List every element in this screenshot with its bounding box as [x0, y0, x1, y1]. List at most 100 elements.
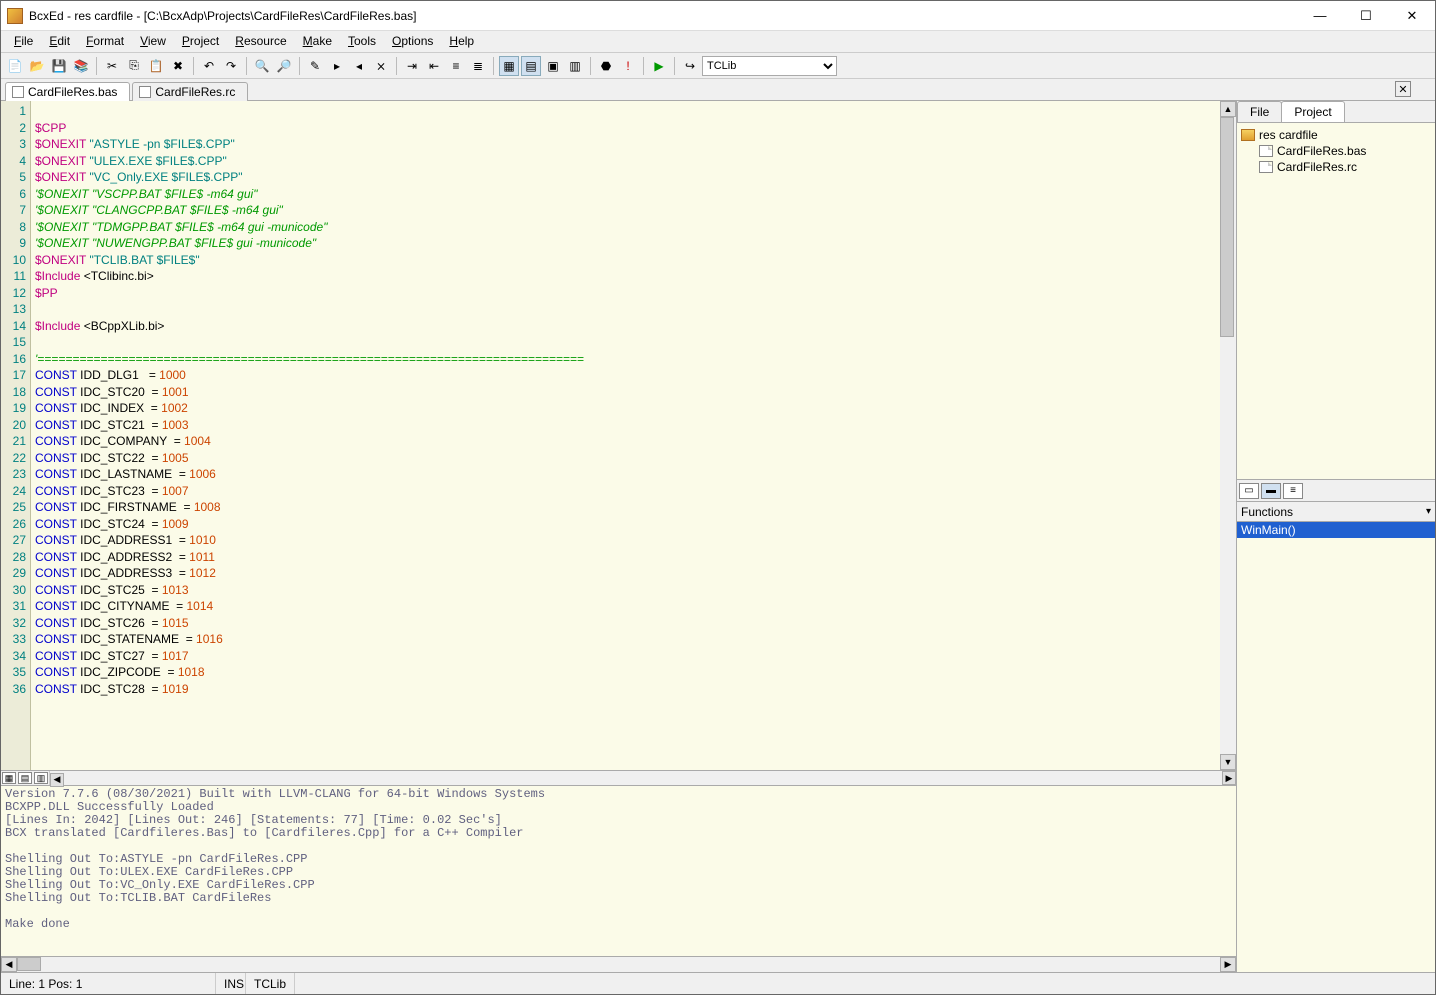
run-icon[interactable]: ▶: [649, 56, 669, 76]
step-icon[interactable]: ↪: [680, 56, 700, 76]
view-project-icon[interactable]: ▤: [521, 56, 541, 76]
close-tab-button[interactable]: ✕: [1395, 81, 1411, 97]
toolbar-separator: [299, 57, 300, 75]
output-panel[interactable]: Version 7.7.6 (08/30/2021) Built with LL…: [1, 786, 1236, 956]
view-toolbox-icon[interactable]: ▥: [565, 56, 585, 76]
split-view-icon[interactable]: ▦: [2, 772, 16, 784]
chevron-down-icon[interactable]: ▾: [1426, 506, 1431, 517]
menu-project[interactable]: Project: [174, 31, 227, 52]
status-bar: Line: 1 Pos: 1 INS TCLib: [1, 972, 1435, 994]
menu-view[interactable]: View: [132, 31, 174, 52]
scroll-thumb[interactable]: [1220, 117, 1234, 337]
outdent-icon[interactable]: ⇤: [424, 56, 444, 76]
bookmark-icon[interactable]: ✎: [305, 56, 325, 76]
side-tab-file[interactable]: File: [1237, 101, 1282, 122]
file-icon: [1259, 145, 1273, 157]
app-icon: [7, 8, 23, 24]
view-mode-icon[interactable]: ▭: [1239, 483, 1259, 499]
save-icon[interactable]: 💾: [49, 56, 69, 76]
split-view-icon[interactable]: ▤: [18, 772, 32, 784]
scroll-down-icon[interactable]: ▼: [1220, 754, 1236, 770]
editor-tabs: CardFileRes.bas CardFileRes.rc ✕: [1, 79, 1435, 101]
main-area: 1234567891011121314151617181920212223242…: [1, 101, 1435, 972]
delete-icon[interactable]: ✖: [168, 56, 188, 76]
status-insert-mode: INS: [216, 973, 246, 994]
menu-file[interactable]: File: [6, 31, 41, 52]
menu-format[interactable]: Format: [78, 31, 132, 52]
bookmark-clear-icon[interactable]: ⨯: [371, 56, 391, 76]
split-view-icon[interactable]: ▥: [34, 772, 48, 784]
tab-label: CardFileRes.rc: [155, 85, 235, 99]
editor-split-bar[interactable]: ▦ ▤ ▥ ◀ ▶: [1, 770, 1236, 786]
tab-label: CardFileRes.bas: [28, 85, 117, 99]
menu-options[interactable]: Options: [384, 31, 441, 52]
tree-label: res cardfile: [1259, 128, 1318, 142]
menu-tools[interactable]: Tools: [340, 31, 384, 52]
scroll-right-icon[interactable]: ▶: [1222, 771, 1236, 785]
view-output-icon[interactable]: ▦: [499, 56, 519, 76]
side-tab-project[interactable]: Project: [1281, 101, 1344, 122]
tree-file[interactable]: CardFileRes.bas: [1241, 143, 1431, 159]
menu-help[interactable]: Help: [441, 31, 482, 52]
scroll-up-icon[interactable]: ▲: [1220, 101, 1236, 117]
replace-icon[interactable]: 🔎: [274, 56, 294, 76]
folder-icon: [1241, 129, 1255, 141]
indent-icon[interactable]: ⇥: [402, 56, 422, 76]
redo-icon[interactable]: ↷: [221, 56, 241, 76]
functions-list[interactable]: WinMain(): [1237, 522, 1435, 972]
tree-file[interactable]: CardFileRes.rc: [1241, 159, 1431, 175]
scroll-thumb[interactable]: [17, 957, 41, 971]
toolbar-separator: [674, 57, 675, 75]
copy-icon[interactable]: ⎘: [124, 56, 144, 76]
open-file-icon[interactable]: 📂: [27, 56, 47, 76]
code-editor[interactable]: 1234567891011121314151617181920212223242…: [1, 101, 1236, 770]
minimize-button[interactable]: —: [1297, 1, 1343, 31]
view-form-icon[interactable]: ▣: [543, 56, 563, 76]
editor-horizontal-scrollbar[interactable]: ◀ ▶: [49, 771, 1236, 785]
uncomment-icon[interactable]: ≣: [468, 56, 488, 76]
file-icon: [139, 86, 151, 98]
menu-bar: FileEditFormatViewProjectResourceMakeToo…: [1, 31, 1435, 53]
maximize-button[interactable]: ☐: [1343, 1, 1389, 31]
functions-header[interactable]: Functions ▾: [1237, 502, 1435, 522]
tab-cardfileres-bas[interactable]: CardFileRes.bas: [5, 82, 130, 101]
breakpoint-icon[interactable]: ⬣: [596, 56, 616, 76]
toolbar-separator: [493, 57, 494, 75]
status-compiler: TCLib: [246, 973, 295, 994]
scroll-right-icon[interactable]: ▶: [1220, 957, 1236, 972]
scroll-left-icon[interactable]: ◀: [1, 957, 17, 972]
close-button[interactable]: ✕: [1389, 1, 1435, 31]
toolbar-separator: [96, 57, 97, 75]
paste-icon[interactable]: 📋: [146, 56, 166, 76]
toolbar: 📄 📂 💾 📚 ✂ ⎘ 📋 ✖ ↶ ↷ 🔍 🔎 ✎ ▸ ◂ ⨯ ⇥ ⇤ ≡ ≣ …: [1, 53, 1435, 79]
find-icon[interactable]: 🔍: [252, 56, 272, 76]
undo-icon[interactable]: ↶: [199, 56, 219, 76]
project-tree[interactable]: res cardfileCardFileRes.basCardFileRes.r…: [1237, 123, 1435, 480]
comment-icon[interactable]: ≡: [446, 56, 466, 76]
bookmark-next-icon[interactable]: ▸: [327, 56, 347, 76]
menu-resource[interactable]: Resource: [227, 31, 294, 52]
menu-edit[interactable]: Edit: [41, 31, 78, 52]
function-item[interactable]: WinMain(): [1237, 522, 1435, 538]
view-mode-icon[interactable]: ▬: [1261, 483, 1281, 499]
editor-vertical-scrollbar[interactable]: ▲ ▼: [1220, 101, 1236, 770]
menu-make[interactable]: Make: [295, 31, 340, 52]
scroll-left-icon[interactable]: ◀: [50, 773, 64, 787]
compiler-select[interactable]: TCLib: [702, 56, 837, 76]
code-content[interactable]: $CPP$ONEXIT "ASTYLE -pn $FILE$.CPP"$ONEX…: [31, 101, 1220, 770]
side-tabs: FileProject: [1237, 101, 1435, 123]
tree-root[interactable]: res cardfile: [1241, 127, 1431, 143]
cut-icon[interactable]: ✂: [102, 56, 122, 76]
title-bar: BcxEd - res cardfile - [C:\BcxAdp\Projec…: [1, 1, 1435, 31]
view-mode-buttons: ▭ ▬ ≡: [1237, 480, 1435, 502]
stop-icon[interactable]: !: [618, 56, 638, 76]
line-gutter: 1234567891011121314151617181920212223242…: [1, 101, 31, 770]
output-horizontal-scrollbar[interactable]: ◀ ▶: [1, 956, 1236, 972]
view-mode-icon[interactable]: ≡: [1283, 483, 1303, 499]
toolbar-separator: [643, 57, 644, 75]
save-all-icon[interactable]: 📚: [71, 56, 91, 76]
bookmark-prev-icon[interactable]: ◂: [349, 56, 369, 76]
functions-label: Functions: [1241, 505, 1293, 519]
new-file-icon[interactable]: 📄: [5, 56, 25, 76]
tab-cardfileres-rc[interactable]: CardFileRes.rc: [132, 82, 248, 101]
